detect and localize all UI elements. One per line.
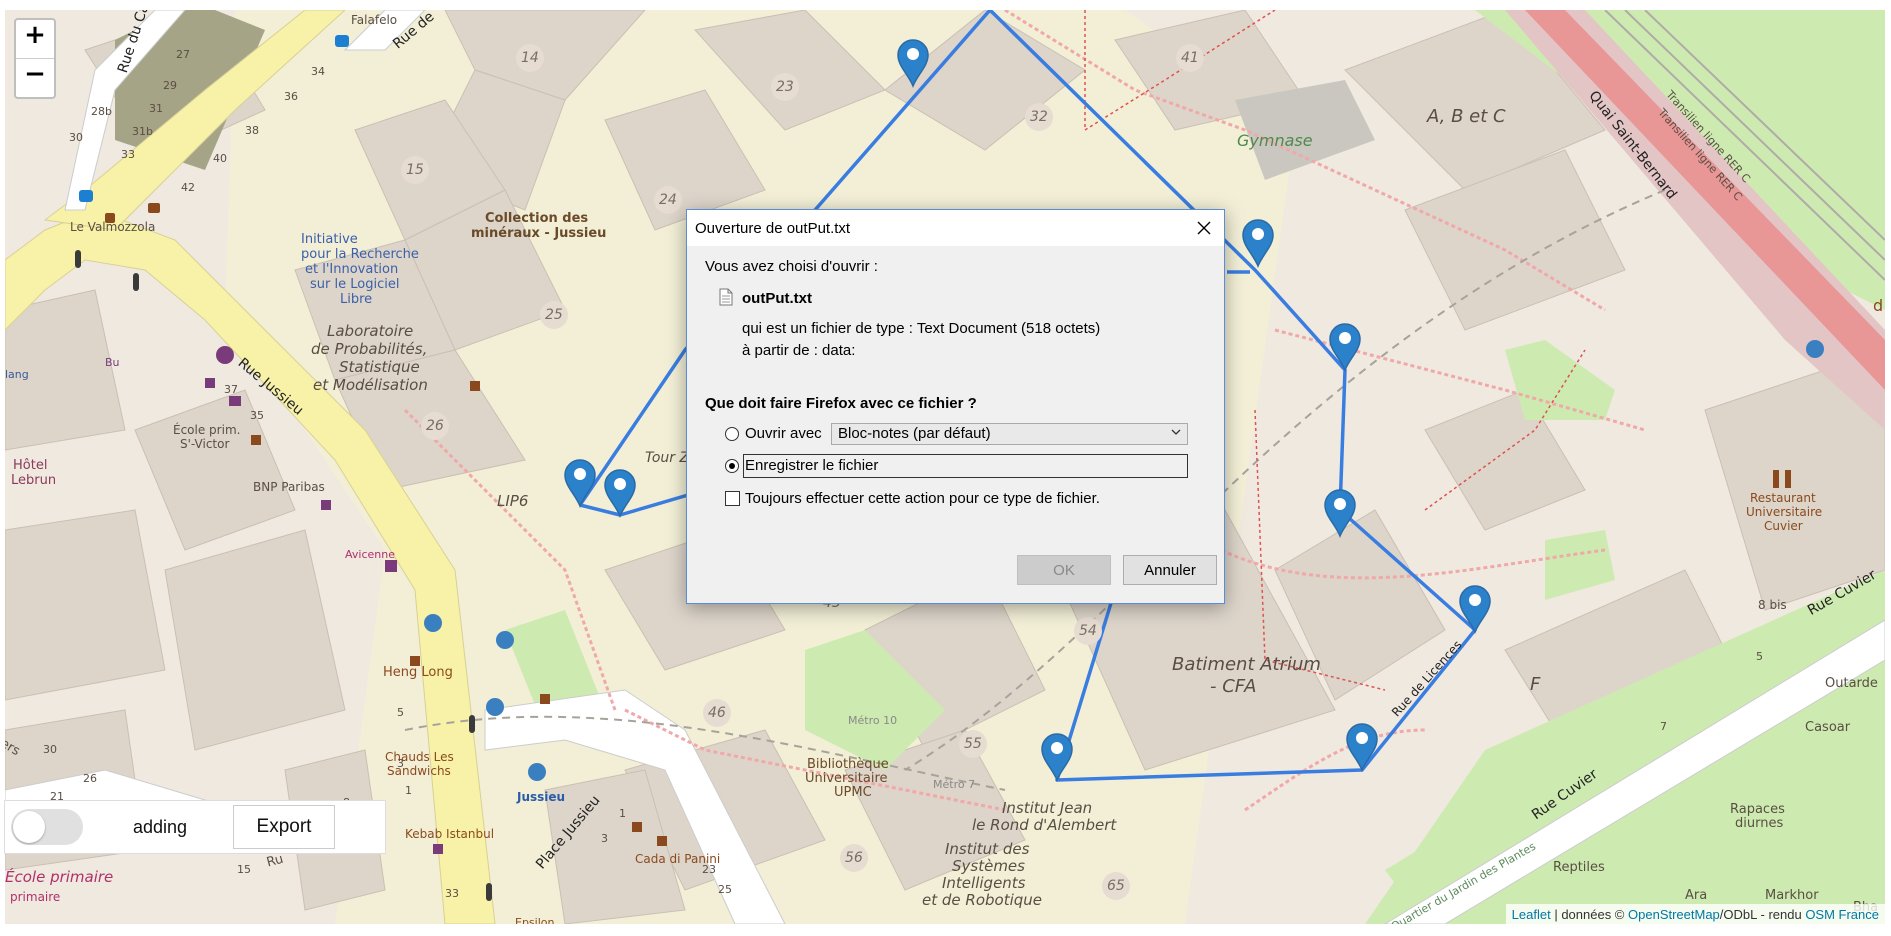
document-icon — [719, 288, 733, 306]
always-checkbox[interactable] — [725, 491, 740, 506]
route-marker[interactable] — [603, 468, 637, 518]
dialog-title: Ouverture de outPut.txt — [695, 220, 851, 237]
export-button[interactable]: Export — [233, 805, 335, 849]
close-icon — [1197, 221, 1211, 235]
route-marker[interactable] — [1040, 732, 1074, 782]
zoom-out-button[interactable]: − — [16, 58, 54, 97]
file-source-label: à partir de : — [742, 342, 818, 359]
ok-button[interactable]: OK — [1017, 555, 1111, 585]
route-marker[interactable] — [1328, 322, 1362, 372]
mode-label: adding — [133, 817, 188, 837]
route-marker[interactable] — [1323, 488, 1357, 538]
open-with-radio[interactable] — [725, 427, 739, 441]
toggle-knob — [13, 811, 45, 843]
route-marker[interactable] — [1345, 722, 1379, 772]
cancel-button[interactable]: Annuler — [1123, 555, 1217, 585]
close-button[interactable] — [1188, 212, 1220, 244]
osm-france-link[interactable]: OSM France — [1805, 907, 1879, 922]
chevron-down-icon — [1171, 429, 1181, 435]
route-marker[interactable] — [1241, 218, 1275, 268]
zoom-in-button[interactable]: + — [16, 20, 54, 58]
save-file-radio[interactable] — [725, 459, 739, 473]
application-select[interactable]: Bloc-notes (par défaut) — [831, 423, 1188, 445]
route-marker[interactable] — [563, 458, 597, 508]
openstreetmap-link[interactable]: OpenStreetMap — [1628, 907, 1720, 922]
application-select-value: Bloc-notes (par défaut) — [838, 425, 991, 442]
save-file-label[interactable]: Enregistrer le fichier — [745, 457, 878, 474]
adding-toggle[interactable] — [11, 809, 83, 845]
zoom-control: + − — [14, 18, 56, 99]
attribution-license: /ODbL - rendu — [1719, 907, 1806, 922]
file-source: à partir de : data: — [742, 342, 855, 359]
file-type-label: qui est un fichier de type : — [742, 320, 913, 337]
dialog-titlebar[interactable]: Ouverture de outPut.txt — [687, 210, 1224, 246]
always-label[interactable]: Toujours effectuer cette action pour ce … — [745, 490, 1100, 507]
leaflet-link[interactable]: Leaflet — [1512, 907, 1551, 922]
file-name: outPut.txt — [742, 290, 812, 307]
route-marker[interactable] — [896, 38, 930, 88]
file-type-value: Text Document (518 octets) — [916, 320, 1101, 337]
map-attribution: Leaflet | données © OpenStreetMap/ODbL -… — [1505, 904, 1885, 928]
dialog-intro: Vous avez choisi d'ouvrir : — [705, 258, 878, 275]
dialog-question: Que doit faire Firefox avec ce fichier ? — [705, 395, 977, 412]
open-with-label[interactable]: Ouvrir avec — [745, 425, 822, 442]
attribution-text: | données © — [1550, 907, 1629, 922]
file-source-value: data: — [822, 342, 856, 359]
route-marker[interactable] — [1458, 584, 1492, 634]
download-dialog: Ouverture de outPut.txt Vous avez choisi… — [686, 209, 1225, 604]
control-panel: adding Export — [4, 800, 386, 854]
file-type: qui est un fichier de type : Text Docume… — [742, 320, 1100, 337]
